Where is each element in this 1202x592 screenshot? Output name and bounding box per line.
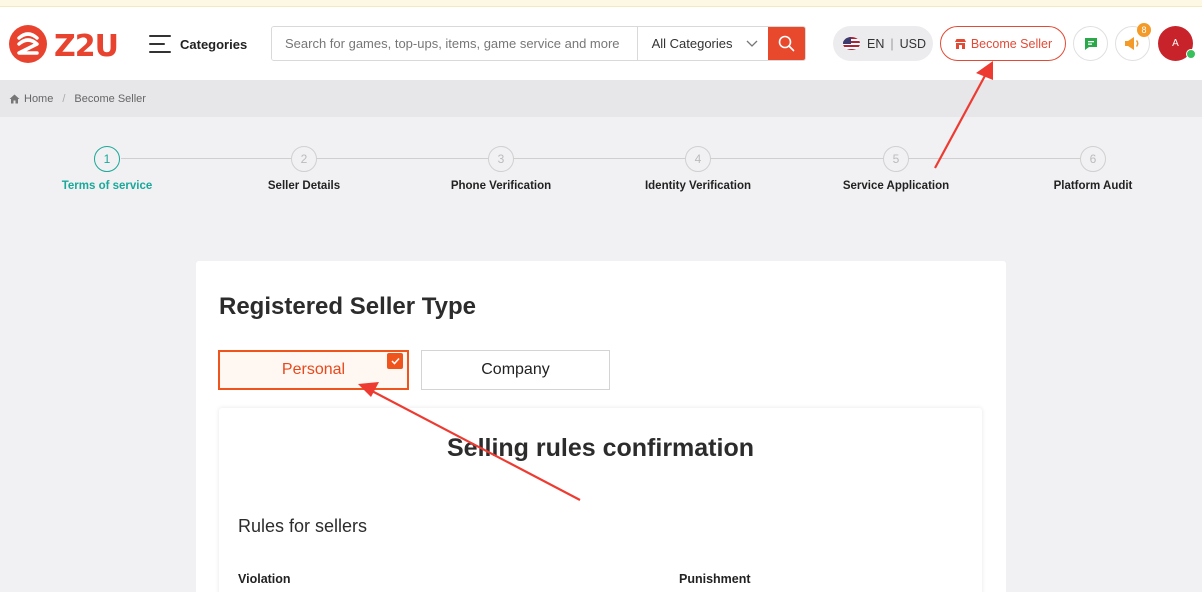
personal-type-option[interactable]: Personal (218, 350, 409, 390)
language-value: EN (867, 36, 885, 51)
messages-button[interactable] (1073, 26, 1108, 61)
store-icon (954, 38, 966, 49)
step-service-application: 5 Service Application (816, 146, 976, 192)
page-title: Registered Seller Type (219, 293, 476, 320)
step-identity-verification: 4 Identity Verification (618, 146, 778, 192)
step-phone-verification: 3 Phone Verification (421, 146, 581, 192)
breadcrumb-current: Become Seller (74, 92, 146, 105)
user-avatar[interactable]: A (1158, 26, 1196, 61)
step-label: Phone Verification (450, 180, 552, 192)
z2u-logo[interactable]: Z2U (8, 23, 124, 65)
step-number: 3 (488, 146, 514, 172)
breadcrumb-separator: / (62, 92, 66, 105)
hamburger-icon (149, 35, 171, 53)
seller-type-card: Registered Seller Type Personal Company … (196, 261, 1006, 592)
notifications-button[interactable]: 8 (1115, 23, 1151, 61)
become-seller-button[interactable]: Become Seller (940, 26, 1066, 61)
selling-rules-panel: Selling rules confirmation Rules for sel… (219, 408, 982, 592)
site-header: Z2U Categories All Categories EN | USD B… (0, 7, 1202, 80)
step-label: Platform Audit (1053, 180, 1133, 192)
rules-heading: Rules for sellers (238, 516, 368, 536)
step-number: 1 (94, 146, 120, 172)
notification-count-badge: 8 (1137, 23, 1151, 37)
search-input[interactable] (272, 27, 637, 60)
online-status-dot (1186, 49, 1196, 59)
logo-text: Z2U (54, 29, 118, 64)
step-label: Seller Details (267, 180, 341, 192)
punishment-column-header: Punishment (679, 572, 751, 586)
step-label: Identity Verification (644, 180, 752, 192)
language-currency-selector[interactable]: EN | USD (833, 26, 933, 61)
breadcrumb: Home / Become Seller (0, 80, 1202, 117)
chat-icon (1084, 37, 1097, 50)
step-label: Terms of service (61, 180, 153, 192)
violation-column-header: Violation (238, 572, 291, 586)
step-number: 2 (291, 146, 317, 172)
selling-rules-title: Selling rules confirmation (447, 434, 754, 462)
avatar-initial: A (1172, 38, 1179, 49)
steps-connector-line (121, 158, 1091, 159)
top-notice-strip (0, 0, 1202, 7)
search-button[interactable] (768, 27, 805, 60)
breadcrumb-home[interactable]: Home (24, 93, 53, 105)
categories-menu-button[interactable]: Categories (149, 31, 247, 57)
home-icon (9, 94, 20, 103)
category-select[interactable]: All Categories (636, 27, 769, 60)
currency-value: USD (899, 36, 927, 51)
search-bar: All Categories (271, 26, 806, 61)
check-icon (387, 353, 403, 369)
step-number: 6 (1080, 146, 1106, 172)
step-label: Service Application (842, 180, 950, 192)
step-seller-details: 2 Seller Details (224, 146, 384, 192)
become-seller-label: Become Seller (970, 36, 1053, 51)
separator: | (890, 36, 894, 51)
chevron-down-icon (746, 40, 758, 47)
categories-label: Categories (180, 36, 248, 52)
us-flag-icon (843, 37, 860, 50)
megaphone-icon (1125, 37, 1139, 50)
step-platform-audit: 6 Platform Audit (1013, 146, 1173, 192)
company-type-option[interactable]: Company (421, 350, 610, 390)
personal-label: Personal (281, 361, 346, 378)
step-number: 4 (685, 146, 711, 172)
search-icon (778, 35, 795, 52)
company-label: Company (481, 361, 550, 378)
step-terms-of-service: 1 Terms of service (27, 146, 187, 192)
category-select-value: All Categories (651, 36, 733, 51)
step-number: 5 (883, 146, 909, 172)
